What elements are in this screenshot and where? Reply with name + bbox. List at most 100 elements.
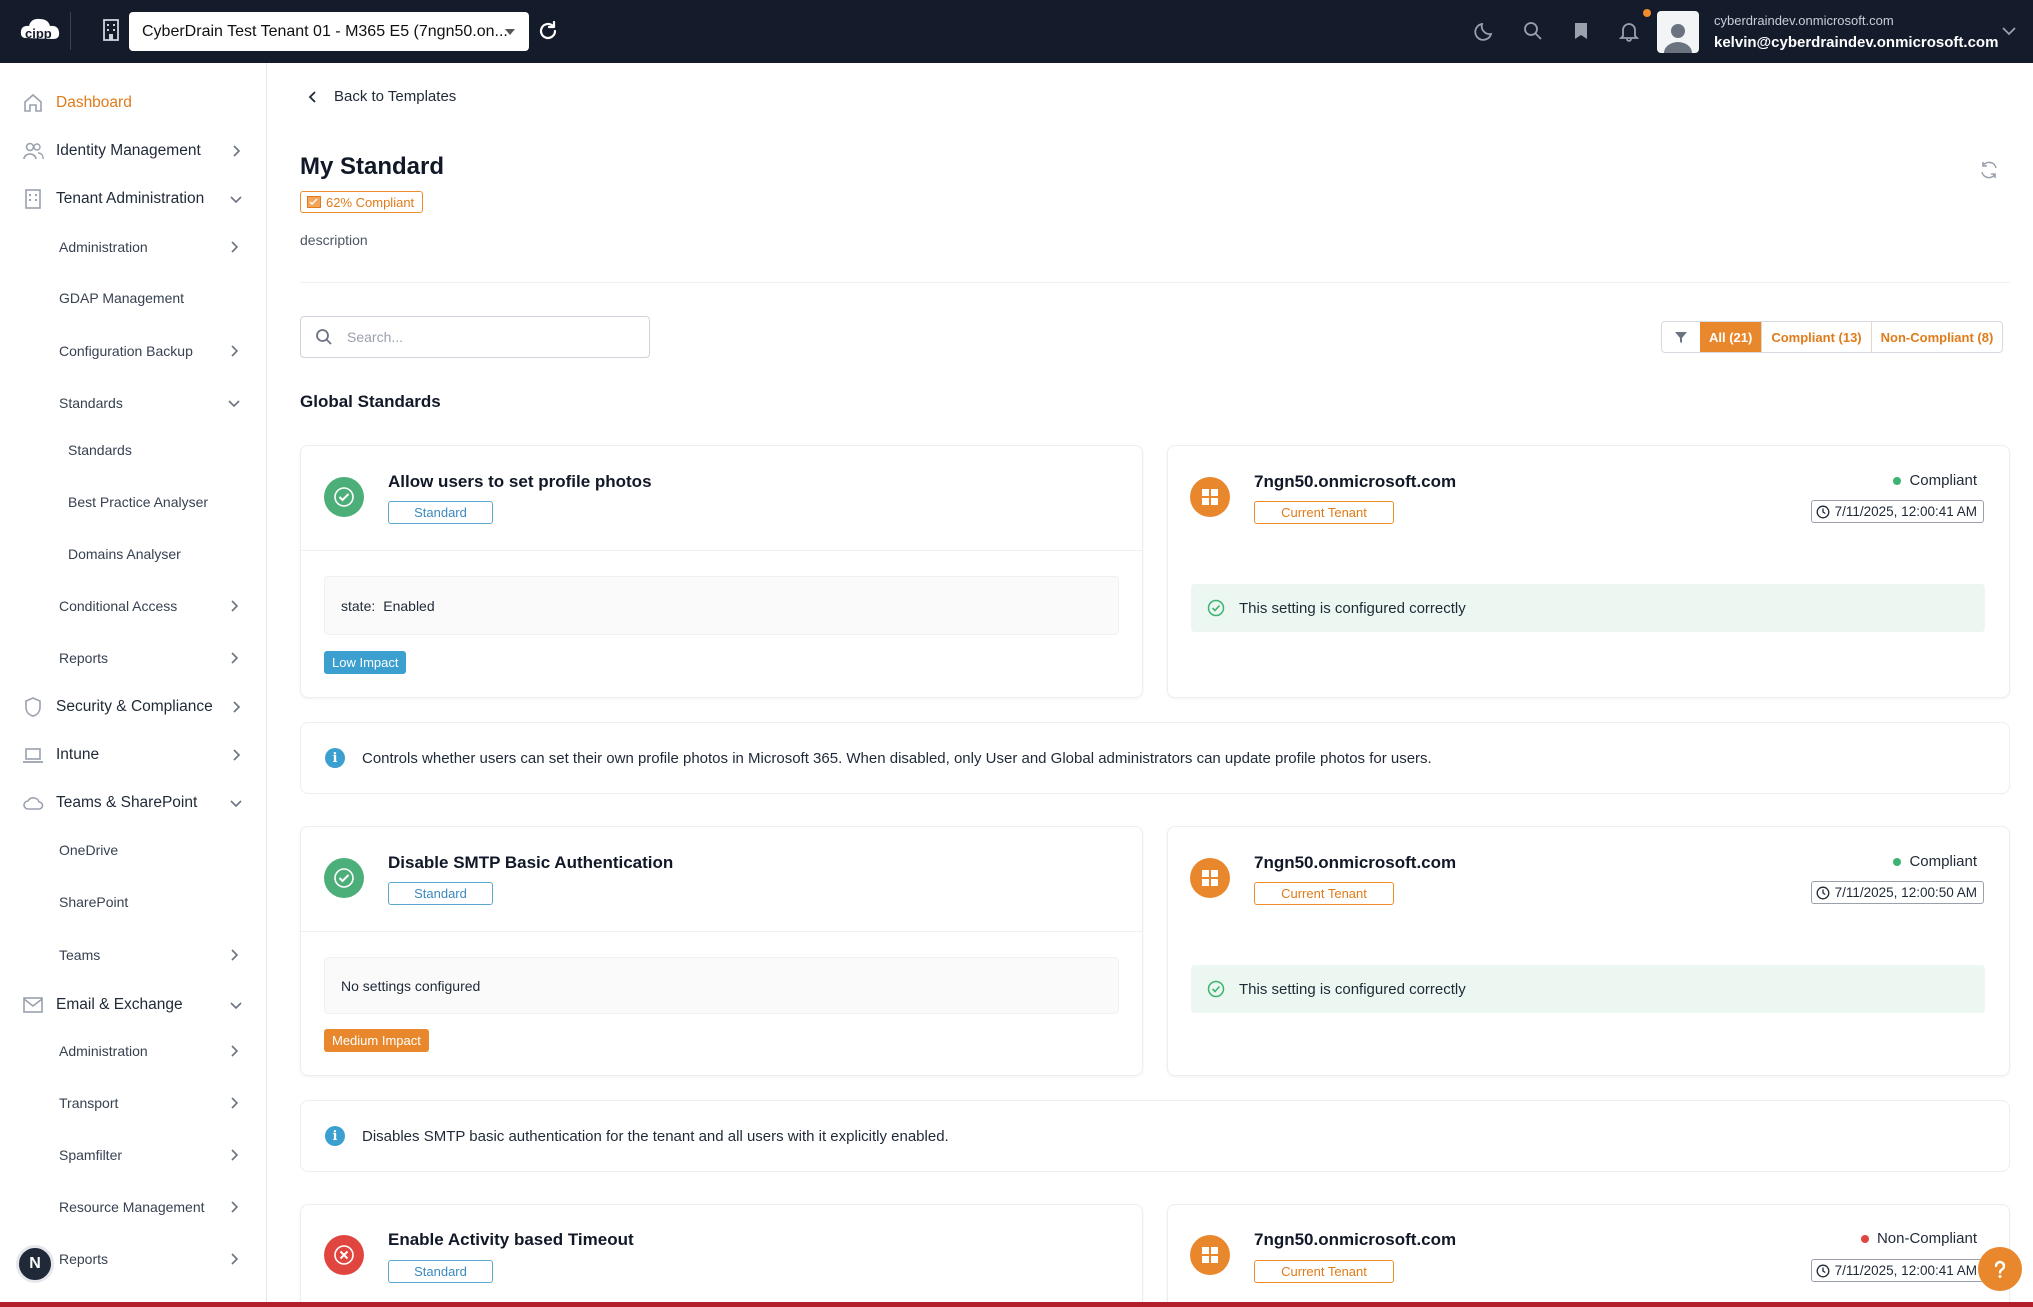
- chevron-right-icon[interactable]: [229, 700, 243, 714]
- chevron-right-icon[interactable]: [227, 599, 241, 613]
- chevron-down-icon[interactable]: [229, 796, 243, 810]
- sidebar-item-label: Resource Management: [59, 1199, 205, 1215]
- sidebar-item-label: Reports: [59, 1251, 109, 1267]
- sidebar-item-standards[interactable]: Standards: [68, 442, 132, 458]
- chevron-right-icon[interactable]: [227, 1096, 241, 1110]
- standard-info: i Controls whether users can set their o…: [300, 722, 2010, 794]
- chevron-down-icon[interactable]: [229, 998, 243, 1012]
- sidebar-item-spamfilter[interactable]: Spamfilter: [59, 1147, 122, 1163]
- back-label: Back to Templates: [334, 88, 457, 105]
- help-icon: [1994, 1260, 2006, 1278]
- cipp-logo[interactable]: cipp: [18, 14, 62, 48]
- avatar[interactable]: [1657, 11, 1699, 53]
- sidebar-item-label: Teams & SharePoint: [56, 794, 198, 811]
- sidebar-item-intune[interactable]: Intune: [22, 744, 99, 766]
- setting-box: state: Enabled: [324, 576, 1119, 635]
- chevron-right-icon[interactable]: [229, 748, 243, 762]
- chevron-right-icon[interactable]: [227, 948, 241, 962]
- sidebar-item-label: Dashboard: [56, 94, 132, 111]
- sidebar-item-label: Intune: [56, 746, 100, 763]
- top-bar: cipp CyberDrain Test Tenant 01 - M365 E5…: [0, 0, 2033, 63]
- standard-name: Allow users to set profile photos: [388, 472, 652, 491]
- chevron-down-icon[interactable]: [229, 192, 243, 206]
- sidebar-item-security-compliance[interactable]: Security & Compliance: [22, 696, 213, 718]
- search-icon[interactable]: [1522, 20, 1544, 42]
- sidebar-item-label: Administration: [59, 1043, 148, 1059]
- sidebar-item-best-practice-analyser[interactable]: Best Practice Analyser: [68, 494, 208, 510]
- filter-noncompliant[interactable]: Non-Compliant (8): [1870, 322, 2003, 352]
- building-icon: [25, 189, 41, 209]
- chevron-right-icon[interactable]: [227, 240, 241, 254]
- user-initial-button[interactable]: N: [16, 1245, 54, 1283]
- setting-key: state:: [341, 597, 376, 614]
- sidebar-item-administration[interactable]: Administration: [59, 239, 148, 255]
- sidebar-item-domains-analyser[interactable]: Domains Analyser: [68, 546, 181, 562]
- info-icon: i: [325, 748, 345, 768]
- timestamp-badge: 7/11/2025, 12:00:50 AM: [1810, 881, 1984, 904]
- chevron-right-icon[interactable]: [227, 344, 241, 358]
- building-icon[interactable]: [100, 18, 122, 42]
- sidebar-item-label: Security & Compliance: [56, 698, 213, 715]
- sidebar-item-configuration-backup[interactable]: Configuration Backup: [59, 343, 193, 359]
- filter-all[interactable]: All (21): [1700, 322, 1762, 352]
- sidebar-item-tenant-administration[interactable]: Tenant Administration: [22, 188, 204, 210]
- sidebar-item-teams[interactable]: Teams: [59, 947, 100, 963]
- bookmark-icon[interactable]: [1570, 20, 1592, 42]
- sidebar-item-gdap-management[interactable]: GDAP Management: [59, 290, 184, 306]
- moon-icon[interactable]: [1474, 20, 1496, 42]
- chevron-right-icon[interactable]: [227, 1200, 241, 1214]
- tenant-selector-value: CyberDrain Test Tenant 01 - M365 E5 (7ng…: [142, 22, 508, 40]
- sidebar-item-transport[interactable]: Transport: [59, 1095, 118, 1111]
- chevron-right-icon[interactable]: [227, 1252, 241, 1266]
- sidebar-item-resource-management[interactable]: Resource Management: [59, 1199, 205, 1215]
- sync-icon[interactable]: [1978, 159, 2000, 181]
- sidebar-item-label: Email & Exchange: [56, 996, 183, 1013]
- sidebar-item-reports[interactable]: Reports: [59, 650, 108, 666]
- sidebar-item-label: SharePoint: [59, 894, 129, 910]
- tenant-selector[interactable]: CyberDrain Test Tenant 01 - M365 E5 (7ng…: [129, 12, 529, 51]
- chevron-down-icon[interactable]: [227, 396, 241, 410]
- sidebar-item-exchange-administration[interactable]: Administration: [59, 1043, 148, 1059]
- search-icon: [316, 329, 332, 345]
- cloud-icon: [23, 797, 44, 810]
- sidebar-item-label: Configuration Backup: [59, 343, 193, 359]
- svg-text:cipp: cipp: [25, 26, 52, 41]
- sidebar-item-teams-sharepoint[interactable]: Teams & SharePoint: [22, 792, 197, 814]
- sidebar-item-identity-management[interactable]: Identity Management: [22, 140, 201, 162]
- sidebar-item-onedrive[interactable]: OneDrive: [59, 842, 118, 858]
- result-message: This setting is configured correctly: [1191, 584, 1985, 632]
- compliance-status: Compliant: [1893, 472, 1977, 489]
- shield-icon: [25, 697, 41, 717]
- sidebar-item-conditional-access[interactable]: Conditional Access: [59, 598, 177, 614]
- sidebar-item-label: OneDrive: [59, 842, 119, 858]
- windows-icon: [1190, 477, 1230, 517]
- sidebar-item-email-exchange[interactable]: Email & Exchange: [22, 994, 183, 1016]
- card-divider: [301, 931, 1142, 932]
- sidebar-item-standards-group[interactable]: Standards: [59, 395, 123, 411]
- sidebar-item-dashboard[interactable]: Dashboard: [22, 92, 132, 114]
- sidebar-item-label: Teams: [59, 947, 101, 963]
- filter-button[interactable]: [1662, 322, 1700, 352]
- refresh-icon[interactable]: [536, 19, 560, 43]
- windows-icon: [1190, 858, 1230, 898]
- status-dot: [1893, 476, 1902, 485]
- search-input[interactable]: [347, 329, 617, 345]
- card-divider: [301, 550, 1142, 551]
- search-box[interactable]: [300, 316, 650, 358]
- standard-name: Disable SMTP Basic Authentication: [388, 853, 674, 872]
- help-button[interactable]: [1978, 1247, 2022, 1291]
- result-text: This setting is configured correctly: [1239, 599, 1466, 617]
- chevron-right-icon[interactable]: [227, 651, 241, 665]
- bell-icon[interactable]: [1618, 20, 1640, 42]
- chevron-right-icon[interactable]: [227, 1148, 241, 1162]
- chevron-down-icon[interactable]: [2001, 23, 2017, 39]
- sidebar-item-label: Tenant Administration: [56, 190, 205, 207]
- chevron-right-icon[interactable]: [227, 1044, 241, 1058]
- chevron-right-icon[interactable]: [229, 144, 243, 158]
- sidebar-item-sharepoint[interactable]: SharePoint: [59, 894, 128, 910]
- sidebar-item-label: Spamfilter: [59, 1147, 123, 1163]
- sidebar-item-label: Reports: [59, 650, 109, 666]
- sidebar-item-exchange-reports[interactable]: Reports: [59, 1251, 108, 1267]
- back-to-templates-link[interactable]: Back to Templates: [306, 88, 456, 105]
- filter-compliant[interactable]: Compliant (13): [1761, 322, 1870, 352]
